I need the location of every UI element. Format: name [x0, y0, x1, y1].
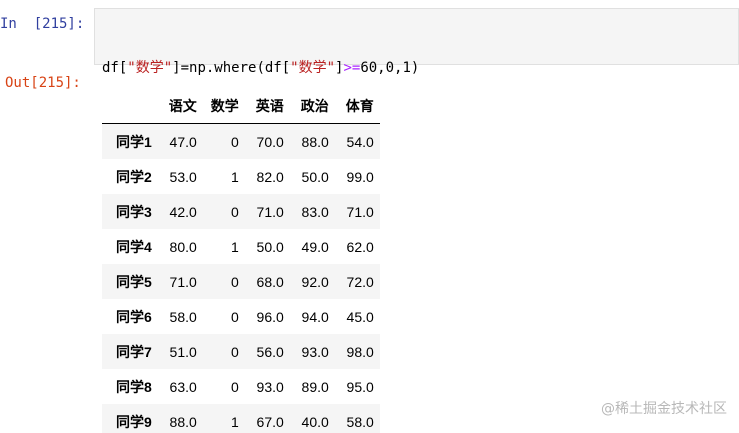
row-index: 同学5	[116, 273, 152, 290]
row-index: 同学6	[116, 308, 152, 325]
code-token: 60,0,1)	[360, 60, 420, 76]
watermark-text: @稀土掘金技术社区	[601, 401, 727, 417]
row-index: 同学8	[116, 378, 152, 395]
table-cell: 0	[231, 203, 239, 220]
table-cell: 96.0	[256, 308, 284, 325]
table-row: 同学7 51.0 0 56.0 93.0 98.0	[102, 334, 380, 369]
table-row: 同学9 88.0 1 67.0 40.0 58.0	[102, 404, 380, 433]
row-index: 同学1	[116, 133, 152, 150]
index-header	[102, 88, 158, 124]
code-token: df[	[102, 60, 128, 76]
column-header: 英语	[244, 88, 290, 124]
table-cell: 71.0	[346, 203, 374, 220]
table-cell: 88.0	[301, 133, 329, 150]
table-row: 同学1 47.0 0 70.0 88.0 54.0	[102, 123, 380, 159]
table-cell: 53.0	[169, 168, 197, 185]
output-prompt: Out[215]:	[5, 75, 81, 91]
table-cell: 1	[231, 168, 239, 185]
table-cell: 62.0	[346, 238, 374, 255]
table-cell: 72.0	[346, 273, 374, 290]
code-line-1: df["数学"]=np.where(df["数学"]>=60,0,1)	[102, 57, 419, 79]
table-cell: 68.0	[256, 273, 284, 290]
table-cell: 51.0	[169, 343, 197, 360]
header-row: 语文 数学 英语 政治 体育	[102, 88, 380, 124]
table-cell: 40.0	[301, 413, 329, 430]
code-cell-editor[interactable]: df["数学"]=np.where(df["数学"]>=60,0,1) df	[94, 8, 739, 142]
table-cell: 58.0	[169, 308, 197, 325]
table-cell: 89.0	[301, 378, 329, 395]
table-cell: 0	[231, 378, 239, 395]
table-cell: 0	[231, 133, 239, 150]
code-token: ]=np.where(df[	[172, 60, 291, 76]
table-cell: 88.0	[169, 413, 197, 430]
table-cell: 54.0	[346, 133, 374, 150]
row-index: 同学9	[116, 413, 152, 430]
table-row: 同学5 71.0 0 68.0 92.0 72.0	[102, 264, 380, 299]
table-body: 同学1 47.0 0 70.0 88.0 54.0 同学2 53.0 1 82.…	[102, 123, 380, 433]
table-row: 同学4 80.0 1 50.0 49.0 62.0	[102, 229, 380, 264]
table-cell: 71.0	[169, 273, 197, 290]
table-cell: 0	[231, 308, 239, 325]
table-cell: 56.0	[256, 343, 284, 360]
table-cell: 99.0	[346, 168, 374, 185]
table-cell: 45.0	[346, 308, 374, 325]
table-cell: 82.0	[256, 168, 284, 185]
table-cell: 0	[231, 273, 239, 290]
code-string: "数学"	[290, 60, 336, 76]
column-header: 体育	[334, 88, 380, 124]
table-cell: 93.0	[301, 343, 329, 360]
table-row: 同学3 42.0 0 71.0 83.0 71.0	[102, 194, 380, 229]
table-cell: 1	[231, 238, 239, 255]
dataframe-table: 语文 数学 英语 政治 体育 同学1 47.0 0 70.0 88.0 54.0…	[102, 88, 380, 433]
row-index: 同学7	[116, 343, 152, 360]
row-index: 同学4	[116, 238, 152, 255]
table-cell: 70.0	[256, 133, 284, 150]
code-operator: >=	[343, 60, 361, 76]
table-cell: 95.0	[346, 378, 374, 395]
table-cell: 63.0	[169, 378, 197, 395]
table-row: 同学8 63.0 0 93.0 89.0 95.0	[102, 369, 380, 404]
table-row: 同学6 58.0 0 96.0 94.0 45.0	[102, 299, 380, 334]
table-cell: 93.0	[256, 378, 284, 395]
table-header: 语文 数学 英语 政治 体育	[102, 88, 380, 124]
table-cell: 49.0	[301, 238, 329, 255]
table-cell: 67.0	[256, 413, 284, 430]
table-cell: 50.0	[256, 238, 284, 255]
table-row: 同学2 53.0 1 82.0 50.0 99.0	[102, 159, 380, 194]
table-cell: 1	[231, 413, 239, 430]
code-string: "数学"	[127, 60, 173, 76]
table-cell: 83.0	[301, 203, 329, 220]
table-cell: 0	[231, 343, 239, 360]
table-cell: 42.0	[169, 203, 197, 220]
table-cell: 92.0	[301, 273, 329, 290]
table-cell: 47.0	[169, 133, 197, 150]
table-cell: 58.0	[346, 413, 374, 430]
column-header: 数学	[202, 88, 245, 124]
input-prompt: In [215]:	[0, 16, 85, 32]
table-cell: 94.0	[301, 308, 329, 325]
table-cell: 71.0	[256, 203, 284, 220]
table-cell: 50.0	[301, 168, 329, 185]
column-header: 语文	[157, 88, 203, 124]
row-index: 同学2	[116, 168, 152, 185]
column-header: 政治	[289, 88, 335, 124]
table-cell: 80.0	[169, 238, 197, 255]
table-cell: 98.0	[346, 343, 374, 360]
row-index: 同学3	[116, 203, 152, 220]
